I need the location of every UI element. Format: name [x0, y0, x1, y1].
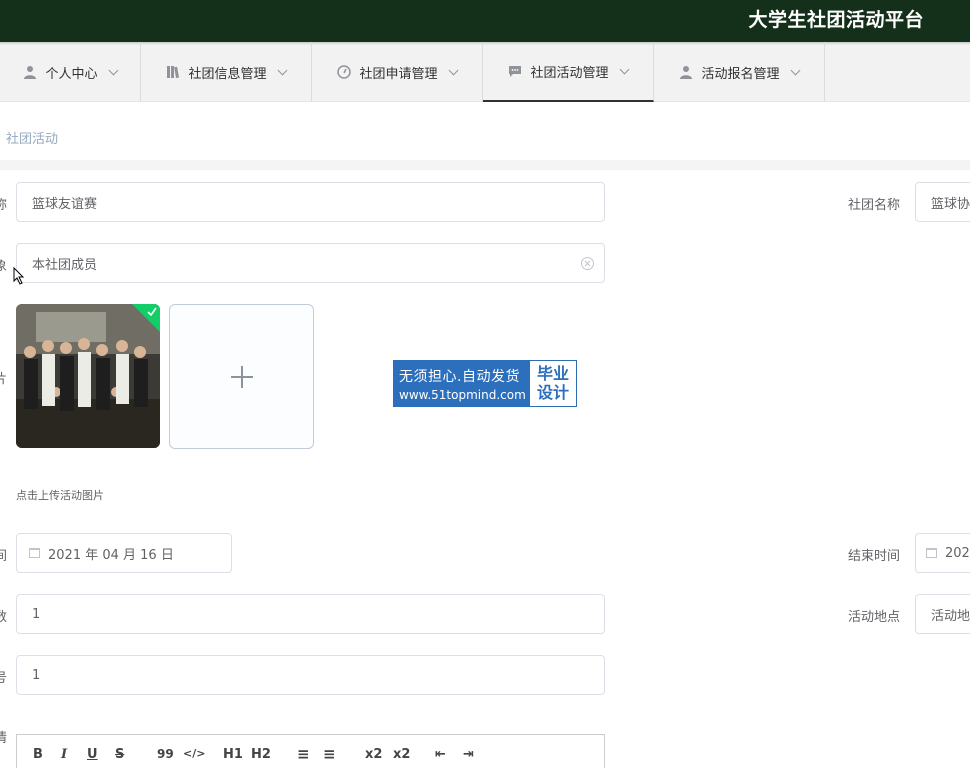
nav-item-label: 社团活动管理: [530, 65, 609, 81]
check-icon: [147, 307, 157, 316]
image-upload-button[interactable]: [169, 304, 314, 449]
count-input[interactable]: 1: [16, 594, 605, 634]
count-label: 数: [0, 610, 8, 625]
location-input[interactable]: 活动地: [915, 594, 970, 634]
club-name-value: 篮球协: [931, 196, 970, 212]
watermark-slogan: 无须担心.自动发货: [399, 368, 520, 385]
target-select[interactable]: 本社团成员: [16, 243, 605, 283]
strike-button[interactable]: S: [115, 747, 124, 762]
location-value: 活动地: [931, 608, 970, 624]
bold-button[interactable]: B: [33, 747, 43, 762]
italic-button[interactable]: I: [61, 747, 67, 762]
watermark-text-block: 无须担心.自动发货 www.51topmind.com: [394, 361, 530, 406]
section-divider: [0, 160, 970, 170]
user-icon: [680, 66, 693, 79]
club-name-label: 社团名称: [848, 198, 901, 213]
top-bar: 大学生社团活动平台: [0, 0, 970, 42]
number-input[interactable]: 1: [16, 655, 605, 695]
location-label: 活动地点: [848, 610, 901, 625]
watermark-url: www.51topmind.com: [399, 387, 526, 402]
chevron-down-icon: [448, 65, 458, 75]
chat-icon: [509, 66, 522, 77]
clear-icon[interactable]: [581, 257, 594, 270]
nav-item-label: 社团申请管理: [359, 66, 438, 82]
detail-label: 情: [0, 731, 8, 746]
subscript-button[interactable]: x2: [365, 747, 382, 762]
nav-item-club-application[interactable]: 社团申请管理: [312, 42, 483, 102]
code-button[interactable]: </>: [183, 747, 205, 760]
indent-button[interactable]: ⇥: [463, 747, 474, 762]
nav-item-club-info[interactable]: 社团信息管理: [141, 42, 312, 102]
number-label: 号: [0, 671, 8, 686]
watermark-badge-line1: 毕业: [536, 364, 569, 383]
chevron-down-icon: [108, 65, 118, 75]
underline-button[interactable]: U: [87, 747, 98, 762]
user-icon: [24, 66, 37, 79]
h1-button[interactable]: H1: [223, 747, 243, 762]
end-time-value: 202: [945, 545, 970, 561]
watermark-badge: 毕业 设计: [530, 361, 576, 406]
group-photo-image: [16, 304, 160, 448]
upload-hint: 点击上传活动图片: [16, 489, 104, 502]
watermark-banner: 无须担心.自动发货 www.51topmind.com 毕业 设计: [393, 360, 577, 407]
calendar-icon: [29, 548, 40, 558]
nav-item-activity-registration[interactable]: 活动报名管理: [654, 42, 825, 102]
chevron-down-icon: [790, 65, 800, 75]
calendar-icon: [926, 548, 937, 558]
uploaded-image-thumbnail[interactable]: [16, 304, 160, 448]
image-label: 片: [0, 372, 8, 387]
h2-button[interactable]: H2: [251, 747, 271, 762]
activity-name-value: 篮球友谊赛: [32, 196, 98, 212]
nav-item-label: 个人中心: [45, 66, 98, 82]
app-title: 大学生社团活动平台: [748, 9, 924, 31]
mouse-cursor-icon: [13, 267, 25, 285]
nav-item-club-activity[interactable]: 社团活动管理: [483, 42, 654, 102]
chevron-down-icon: [277, 65, 287, 75]
number-value: 1: [32, 667, 41, 683]
nav-item-label: 社团信息管理: [188, 66, 267, 82]
ordered-list-button[interactable]: ≡: [297, 745, 310, 763]
outdent-button[interactable]: ⇤: [435, 747, 446, 762]
nav-menu: 个人中心 社团信息管理 社团申请管理 社团活动管理 活动报名管理: [0, 42, 970, 102]
start-time-picker[interactable]: 2021 年 04 月 16 日: [16, 533, 232, 573]
end-time-label: 结束时间: [848, 549, 901, 564]
end-time-picker[interactable]: 202: [915, 533, 970, 573]
nav-item-label: 活动报名管理: [701, 66, 780, 82]
gauge-icon: [337, 65, 352, 79]
club-name-input[interactable]: 篮球协: [915, 182, 970, 222]
chevron-down-icon: [619, 64, 629, 74]
bullet-list-button[interactable]: ≡: [323, 745, 336, 763]
target-value: 本社团成员: [32, 257, 98, 273]
book-icon: [167, 66, 180, 79]
start-time-label: 间: [0, 549, 8, 564]
blockquote-button[interactable]: 99: [157, 747, 174, 761]
target-label: 象: [0, 259, 8, 274]
plus-icon: [231, 366, 253, 388]
activity-name-label: 称: [0, 198, 8, 213]
watermark-badge-line2: 设计: [536, 383, 569, 402]
superscript-button[interactable]: x2: [393, 747, 410, 762]
count-value: 1: [32, 606, 41, 622]
rich-text-editor[interactable]: B I U S 99 </> H1 H2 ≡ ≡ x2 x2 ⇤ ⇥: [16, 734, 605, 768]
start-time-value: 2021 年 04 月 16 日: [48, 547, 174, 563]
breadcrumb: 社团活动: [6, 132, 59, 147]
nav-item-personal-center[interactable]: 个人中心: [0, 42, 141, 102]
breadcrumb-bar: 社团活动: [0, 112, 970, 160]
activity-name-input[interactable]: 篮球友谊赛: [16, 182, 605, 222]
